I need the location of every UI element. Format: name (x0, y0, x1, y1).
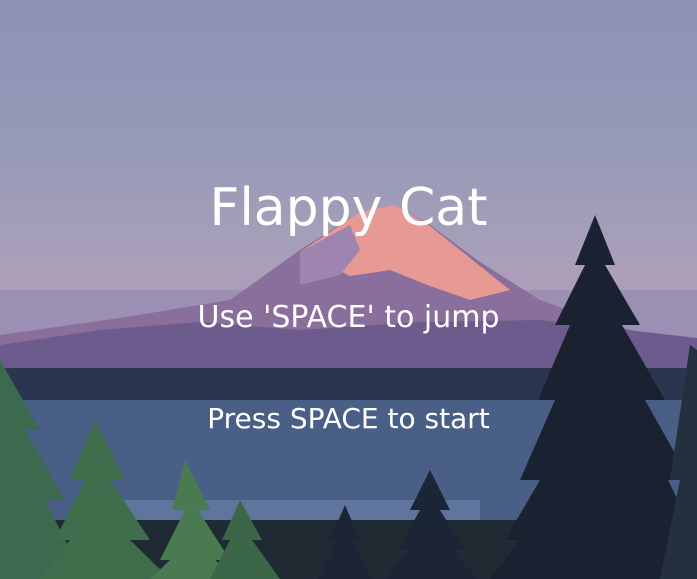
game-canvas[interactable]: Flappy Cat Use 'SPACE' to jump Press SPA… (0, 0, 697, 579)
background-scene (0, 205, 697, 579)
